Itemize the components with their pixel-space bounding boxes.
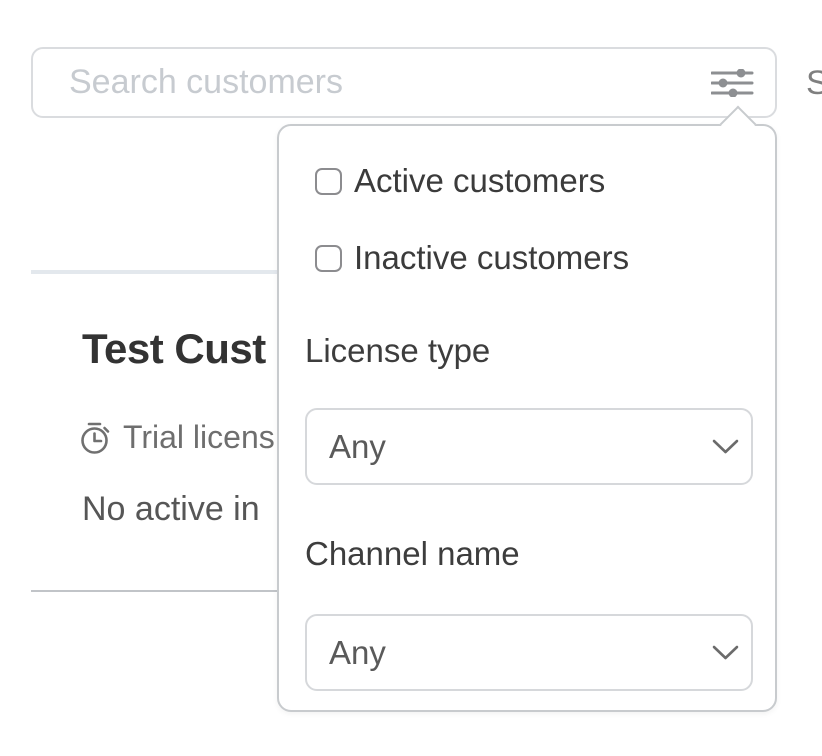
license-type-select[interactable]: Any: [305, 408, 753, 485]
chevron-down-icon: [712, 645, 739, 661]
license-badge: Trial licens: [80, 419, 275, 456]
license-type-select-value: Any: [329, 428, 386, 466]
search-placeholder: Search customers: [69, 63, 707, 102]
active-customers-checkbox-row[interactable]: Active customers: [315, 162, 605, 200]
filter-button[interactable]: [707, 61, 759, 105]
channel-name-select-value: Any: [329, 634, 386, 672]
channel-name-select[interactable]: Any: [305, 614, 753, 691]
customers-page: Test Cust Trial licens No active in Sear…: [0, 0, 822, 756]
sort-control-partial[interactable]: S: [806, 64, 822, 103]
active-customers-label: Active customers: [354, 162, 605, 200]
license-badge-text: Trial licens: [123, 419, 275, 456]
chevron-down-icon: [712, 439, 739, 455]
inactive-customers-checkbox-row[interactable]: Inactive customers: [315, 239, 629, 277]
channel-name-label: Channel name: [305, 534, 520, 574]
license-type-label: License type: [305, 331, 490, 371]
active-customers-checkbox[interactable]: [315, 168, 342, 195]
stopwatch-icon: [80, 421, 111, 455]
inactive-customers-checkbox[interactable]: [315, 245, 342, 272]
search-input[interactable]: Search customers: [31, 47, 777, 118]
customer-name-heading: Test Cust: [82, 325, 266, 373]
customer-status-text: No active in: [82, 490, 260, 529]
filter-popover: Active customers Inactive customers Lice…: [277, 124, 777, 712]
inactive-customers-label: Inactive customers: [354, 239, 629, 277]
sliders-icon: [711, 69, 755, 97]
